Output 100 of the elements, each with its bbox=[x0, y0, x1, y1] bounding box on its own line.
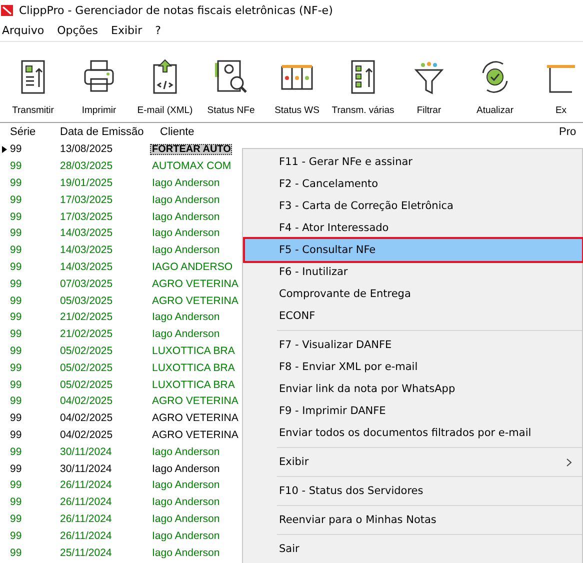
table-cell-text: 99 bbox=[9, 496, 23, 508]
column-header[interactable]: Data de Emissão bbox=[50, 126, 150, 138]
table-cell-text: 99 bbox=[9, 479, 23, 492]
table-cell-text: 28/03/2025 bbox=[59, 160, 114, 172]
table-cell-text: Iago Anderson bbox=[151, 328, 221, 340]
table-cell-text: Iago Anderson bbox=[151, 176, 221, 189]
table-cell-text: 21/02/2025 bbox=[59, 311, 114, 324]
table-cell-text: 99 bbox=[9, 446, 23, 458]
table-cell-text: 99 bbox=[9, 546, 23, 559]
column-header[interactable]: Pro bbox=[559, 126, 583, 138]
submenu-item[interactable]: Exibir bbox=[245, 451, 582, 473]
table-cell-text: 99 bbox=[9, 378, 23, 391]
table-cell-text: Iago Anderson bbox=[151, 210, 221, 223]
toolbar-button[interactable]: Ex bbox=[528, 46, 583, 122]
row-pointer-icon bbox=[2, 146, 7, 153]
table-cell-text: 99 bbox=[9, 412, 23, 424]
toolbar-button[interactable]: Imprimir bbox=[66, 46, 132, 122]
table-cell-text: IAGO ANDERSO bbox=[151, 260, 233, 273]
table-cell-text: 05/02/2025 bbox=[59, 362, 114, 374]
table-cell-text: 17/03/2025 bbox=[59, 194, 114, 206]
menu-item[interactable]: Opções bbox=[55, 24, 106, 37]
toolbar-button[interactable]: Transmitir bbox=[0, 46, 66, 122]
toolbar-button[interactable]: Filtrar bbox=[396, 46, 462, 122]
toolbar-button[interactable]: E-mail (XML) bbox=[132, 46, 198, 122]
menu-item[interactable]: F7 - Visualizar DANFE bbox=[245, 334, 582, 356]
table-cell-text: 99 bbox=[9, 530, 23, 542]
table-cell-text: 99 bbox=[9, 362, 23, 374]
table-cell-text: 04/02/2025 bbox=[59, 395, 114, 408]
table-cell-text: AGRO VETERINA bbox=[151, 412, 238, 424]
table-cell-text: 07/03/2025 bbox=[59, 278, 114, 290]
column-header[interactable]: Cliente bbox=[150, 126, 232, 138]
table-cell-text: AGRO VETERINA bbox=[151, 278, 238, 290]
table-cell-text: 99 bbox=[9, 311, 23, 324]
menu-item[interactable]: Enviar todos os documentos filtrados por e-mail bbox=[245, 422, 582, 444]
table-cell-text: 26/11/2024 bbox=[59, 479, 113, 492]
table-cell-text: 99 bbox=[9, 278, 23, 290]
menu-item[interactable]: F4 - Ator Interessado bbox=[245, 217, 582, 239]
toolbar-button[interactable]: Status NFe bbox=[198, 46, 264, 122]
table-cell-text: 99 bbox=[9, 244, 23, 256]
table-cell-text: LUXOTTICA BRA bbox=[151, 362, 235, 374]
table-cell-text: 99 bbox=[9, 344, 23, 357]
table-cell-text: 99 bbox=[9, 176, 23, 189]
table-cell-text: 99 bbox=[9, 462, 23, 475]
table-cell-text: 99 bbox=[9, 143, 23, 156]
menu-item[interactable]: Arquivo bbox=[0, 24, 52, 37]
table-cell-text: Iago Anderson bbox=[151, 512, 221, 525]
menu-item[interactable]: F5 - Consultar NFe bbox=[245, 239, 582, 261]
menu-item[interactable]: F6 - Inutilizar bbox=[245, 261, 582, 283]
table-cell-text: Iago Anderson bbox=[151, 194, 221, 206]
table-cell-text: 99 bbox=[9, 160, 23, 172]
menu-item[interactable]: F3 - Carta de Correção Eletrônica bbox=[245, 195, 582, 217]
table-cell-text: 26/11/2024 bbox=[59, 512, 113, 525]
table-cell-text: AGRO VETERINA bbox=[151, 428, 238, 441]
menu-item[interactable]: Sair bbox=[245, 538, 582, 560]
menu-item[interactable]: F8 - Enviar XML por e-mail bbox=[245, 356, 582, 378]
chevron-right-icon bbox=[566, 458, 572, 466]
table-cell-text: 99 bbox=[9, 428, 23, 441]
table-cell-text: 99 bbox=[9, 294, 23, 307]
table-cell-text: LUXOTTICA BRA bbox=[151, 344, 235, 357]
menu-item[interactable]: F10 - Status dos Servidores bbox=[245, 480, 582, 502]
table-cell-text: 99 bbox=[9, 395, 23, 408]
table-cell-text: 30/11/2024 bbox=[59, 462, 113, 475]
table-cell-text: Iago Anderson bbox=[151, 496, 221, 508]
table-cell-text: Iago Anderson bbox=[151, 462, 221, 475]
table-cell-text: 21/02/2025 bbox=[59, 328, 114, 340]
menu-item[interactable]: Exibir bbox=[109, 24, 150, 37]
table-cell-text: 19/01/2025 bbox=[59, 176, 114, 189]
menu-item[interactable]: F9 - Imprimir DANFE bbox=[245, 400, 582, 422]
table-cell-text: 99 bbox=[9, 210, 23, 223]
table-cell-text: 30/11/2024 bbox=[59, 446, 113, 458]
table-cell-text: 17/03/2025 bbox=[59, 210, 114, 223]
menu-item[interactable]: Enviar link da nota por WhatsApp bbox=[245, 378, 582, 400]
toolbar-button[interactable]: Atualizar bbox=[462, 46, 528, 122]
column-header[interactable]: Série bbox=[0, 126, 50, 138]
toolbar-button[interactable]: Transm. várias bbox=[330, 46, 396, 122]
menu-item[interactable]: F11 - Gerar NFe e assinar bbox=[245, 151, 582, 173]
table-cell: FORTEAR AUTO bbox=[150, 144, 232, 155]
table-cell-text: AUTOMAX COM bbox=[151, 160, 232, 172]
menu-item[interactable]: F2 - Cancelamento bbox=[245, 173, 582, 195]
table-cell-text: 14/03/2025 bbox=[59, 260, 114, 273]
table-cell-text: 26/11/2024 bbox=[59, 530, 113, 542]
menu-item[interactable]: Reenviar para o Minhas Notas bbox=[245, 509, 582, 531]
table-cell-text: AGRO VETERINA bbox=[151, 395, 238, 408]
table-cell-text: Iago Anderson bbox=[151, 311, 221, 324]
table-cell-text: Iago Anderson bbox=[151, 446, 221, 458]
table-cell-text: Iago Anderson bbox=[151, 244, 221, 256]
window-title: ClippPro - Gerenciador de notas fiscais eletrônicas (NF-e) bbox=[19, 4, 333, 16]
menu-item[interactable]: Comprovante de Entrega bbox=[245, 283, 582, 305]
table-cell-text: 04/02/2025 bbox=[59, 412, 114, 424]
toolbar-button[interactable]: Status WS bbox=[264, 46, 330, 122]
table-cell-text: 05/02/2025 bbox=[59, 344, 114, 357]
table-cell-text: 14/03/2025 bbox=[59, 244, 114, 256]
menu-item[interactable]: ? bbox=[153, 24, 168, 37]
table-cell-text: 25/11/2024 bbox=[59, 546, 113, 559]
table-cell-text: 05/02/2025 bbox=[59, 378, 114, 391]
table-cell-text: Iago Anderson bbox=[151, 546, 221, 559]
table-cell-text: 26/11/2024 bbox=[59, 496, 113, 508]
table-cell-text: 99 bbox=[9, 260, 23, 273]
table-cell-text: 99 bbox=[9, 227, 23, 240]
menu-item[interactable]: ECONF bbox=[245, 305, 582, 327]
